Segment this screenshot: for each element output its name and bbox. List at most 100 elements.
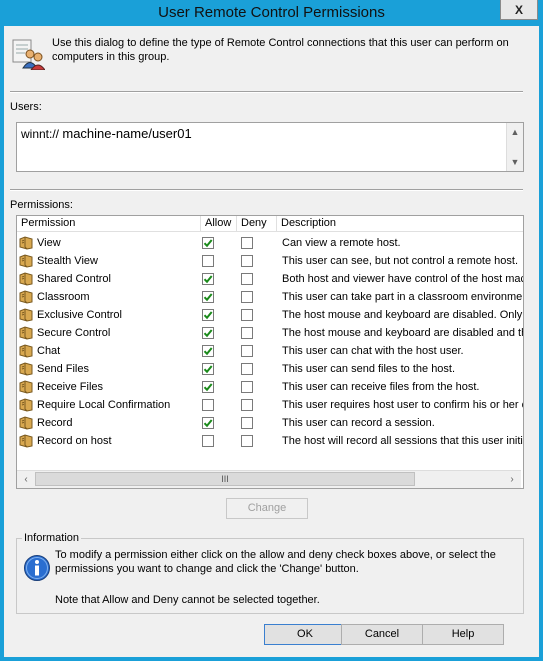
deny-checkbox[interactable]: [241, 363, 253, 375]
separator: [10, 189, 523, 191]
permission-description: This user requires host user to confirm …: [282, 399, 523, 411]
cancel-button[interactable]: Cancel: [341, 624, 423, 645]
information-line-1: To modify a permission either click on t…: [55, 549, 496, 561]
users-prefix: winnt://: [21, 127, 60, 141]
allow-checkbox[interactable]: [202, 381, 214, 393]
scroll-thumb[interactable]: III: [35, 472, 415, 486]
permission-description: The host mouse and keyboard are disabled…: [282, 327, 523, 339]
scroll-down-icon[interactable]: ▼: [507, 154, 523, 170]
permission-description: This user can take part in a classroom e…: [282, 291, 523, 303]
table-row[interactable]: Shared Control Both host and viewer have …: [17, 270, 523, 288]
scroll-up-icon[interactable]: ▲: [507, 124, 523, 140]
permission-description: This user can see, but not control a rem…: [282, 255, 519, 267]
horizontal-scrollbar[interactable]: ‹ III ›: [17, 470, 521, 488]
dialog-body: Use this dialog to define the type of Re…: [4, 26, 539, 657]
column-header-allow[interactable]: Allow: [201, 216, 237, 231]
users-label: Users:: [10, 101, 42, 113]
table-row[interactable]: Secure Control The host mouse and keyboar…: [17, 324, 523, 342]
permission-description: Can view a remote host.: [282, 237, 401, 249]
permission-name: Shared Control: [37, 273, 111, 285]
deny-checkbox[interactable]: [241, 237, 253, 249]
permissions-list[interactable]: Permission Allow Deny Description View Ca…: [16, 215, 524, 489]
allow-checkbox[interactable]: [202, 327, 214, 339]
allow-checkbox[interactable]: [202, 417, 214, 429]
permission-book-icon: [19, 236, 33, 250]
table-row[interactable]: Stealth View This user can see, but not c…: [17, 252, 523, 270]
scroll-left-icon[interactable]: ‹: [19, 471, 33, 488]
table-row[interactable]: Exclusive Control The host mouse and keyb…: [17, 306, 523, 324]
table-row[interactable]: Receive Files This user can receive files…: [17, 378, 523, 396]
allow-checkbox[interactable]: [202, 291, 214, 303]
permission-name: Chat: [37, 345, 61, 357]
users-field[interactable]: winnt:// machine-name/user01 ▲ ▼: [16, 122, 524, 172]
allow-checkbox[interactable]: [202, 255, 214, 267]
permission-description: The host mouse and keyboard are disabled…: [282, 309, 523, 321]
permission-book-icon: [19, 290, 33, 304]
close-button[interactable]: X: [500, 0, 538, 20]
deny-checkbox[interactable]: [241, 345, 253, 357]
permission-name: Classroom: [37, 291, 90, 303]
deny-checkbox[interactable]: [241, 381, 253, 393]
scroll-right-icon[interactable]: ›: [505, 471, 519, 488]
deny-checkbox[interactable]: [241, 273, 253, 285]
deny-checkbox[interactable]: [241, 417, 253, 429]
column-header-description[interactable]: Description: [277, 216, 523, 231]
deny-checkbox[interactable]: [241, 327, 253, 339]
help-button[interactable]: Help: [422, 624, 504, 645]
allow-checkbox[interactable]: [202, 237, 214, 249]
permission-name: Stealth View: [37, 255, 98, 267]
permission-book-icon: [19, 380, 33, 394]
table-row[interactable]: Require Local Confirmation This user requ…: [17, 396, 523, 414]
information-note: Note that Allow and Deny cannot be selec…: [55, 594, 320, 606]
table-row[interactable]: Chat This user can chat with the host use…: [17, 342, 523, 360]
list-header: Permission Allow Deny Description: [17, 216, 523, 232]
deny-checkbox[interactable]: [241, 435, 253, 447]
permission-book-icon: [19, 272, 33, 286]
permission-description: This user can chat with the host user.: [282, 345, 464, 357]
permission-description: This user can receive files from the hos…: [282, 381, 480, 393]
table-row[interactable]: Record This user can record a session.: [17, 414, 523, 432]
permission-name: Receive Files: [37, 381, 104, 393]
users-icon: [11, 38, 46, 71]
users-value: machine-name/user01: [62, 126, 192, 141]
title-bar: User Remote Control Permissions X: [0, 0, 543, 26]
window-title: User Remote Control Permissions: [158, 4, 385, 21]
information-label: Information: [22, 532, 82, 544]
allow-checkbox[interactable]: [202, 363, 214, 375]
information-group: Information To modify a permission eithe…: [16, 532, 524, 614]
allow-checkbox[interactable]: [202, 273, 214, 285]
table-row[interactable]: Classroom This user can take part in a cl…: [17, 288, 523, 306]
permission-description: This user can record a session.: [282, 417, 435, 429]
deny-checkbox[interactable]: [241, 399, 253, 411]
information-line-2: permissions you want to change and click…: [55, 563, 359, 575]
table-row[interactable]: Send Files This user can send files to th…: [17, 360, 523, 378]
allow-checkbox[interactable]: [202, 435, 214, 447]
permission-book-icon: [19, 344, 33, 358]
permission-book-icon: [19, 398, 33, 412]
intro-text: Use this dialog to define the type of Re…: [52, 37, 509, 63]
deny-checkbox[interactable]: [241, 309, 253, 321]
table-row[interactable]: View Can view a remote host.: [17, 234, 523, 252]
permission-name: Secure Control: [37, 327, 111, 339]
deny-checkbox[interactable]: [241, 255, 253, 267]
close-icon: X: [514, 2, 523, 17]
permission-name: Record on host: [37, 435, 112, 447]
permission-name: Exclusive Control: [37, 309, 122, 321]
allow-checkbox[interactable]: [202, 345, 214, 357]
allow-checkbox[interactable]: [202, 399, 214, 411]
permission-name: Send Files: [37, 363, 89, 375]
column-header-deny[interactable]: Deny: [237, 216, 277, 231]
change-button[interactable]: Change: [226, 498, 308, 519]
allow-checkbox[interactable]: [202, 309, 214, 321]
permission-name: Record: [37, 417, 73, 429]
permission-book-icon: [19, 416, 33, 430]
permission-description: Both host and viewer have control of the…: [282, 273, 523, 285]
column-header-permission[interactable]: Permission: [17, 216, 201, 231]
table-row[interactable]: Record on host The host will record all s…: [17, 432, 523, 450]
users-scrollbar[interactable]: ▲ ▼: [506, 123, 523, 171]
ok-button[interactable]: OK: [264, 624, 346, 645]
deny-checkbox[interactable]: [241, 291, 253, 303]
permission-book-icon: [19, 254, 33, 268]
permission-name: View: [37, 237, 61, 249]
permission-book-icon: [19, 362, 33, 376]
